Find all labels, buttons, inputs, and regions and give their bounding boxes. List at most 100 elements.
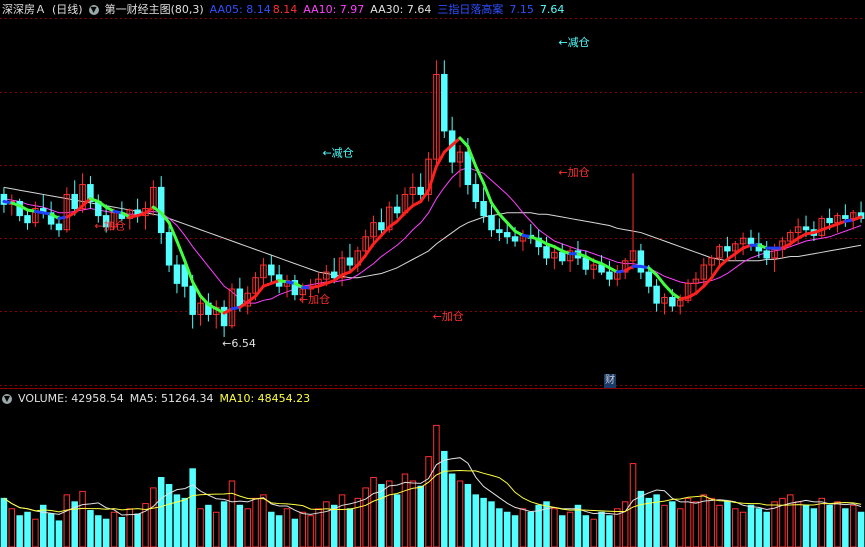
volume-bar bbox=[181, 497, 189, 547]
volume-bar bbox=[401, 473, 409, 547]
volume-bar bbox=[456, 480, 464, 547]
aa30-line bbox=[3, 186, 862, 279]
volume-bar bbox=[472, 494, 480, 547]
aa10-polyline bbox=[3, 167, 862, 304]
aa30-polyline bbox=[3, 186, 862, 279]
finance-marker[interactable]: 财 bbox=[604, 374, 616, 388]
volume-bar bbox=[708, 497, 715, 547]
volume-bar bbox=[566, 511, 574, 547]
volume-bar bbox=[385, 480, 393, 547]
candle-body bbox=[173, 264, 181, 284]
buy-annotation: ←加仓 bbox=[433, 309, 464, 323]
candle-body bbox=[558, 251, 566, 262]
candle-body bbox=[802, 226, 810, 231]
candle-body bbox=[503, 232, 511, 238]
aa05-segment bbox=[175, 239, 187, 263]
volume-bar bbox=[157, 477, 165, 547]
volume-bar bbox=[260, 494, 267, 547]
sell-annotation: ←减仓 bbox=[558, 35, 589, 49]
candle-body bbox=[165, 232, 173, 266]
volume-bar bbox=[354, 497, 362, 547]
candle-body bbox=[480, 201, 487, 217]
volume-bar bbox=[150, 487, 157, 547]
volume-bar bbox=[849, 504, 857, 547]
candle-body bbox=[346, 257, 354, 266]
volume-bar bbox=[669, 501, 676, 547]
volume-bar bbox=[134, 513, 141, 547]
volume-bar bbox=[535, 504, 542, 547]
candle-body bbox=[268, 264, 275, 276]
aa05-segment bbox=[482, 181, 493, 205]
candle-body bbox=[464, 151, 472, 186]
volume-bar bbox=[700, 494, 708, 547]
volume-bar bbox=[275, 515, 283, 547]
volume-bar bbox=[95, 515, 102, 547]
volume-bar bbox=[794, 501, 802, 547]
aa05-segment bbox=[254, 284, 265, 298]
volume-bar bbox=[692, 501, 700, 547]
volume-bar bbox=[857, 511, 865, 547]
volume-bar bbox=[338, 494, 346, 547]
chart-canvas[interactable]: ←加仓←减仓←加仓←加仓←减仓←加仓←加仓←减仓←减仓←加仓←6.54 bbox=[0, 0, 865, 547]
candle-body bbox=[645, 271, 653, 287]
candle-body bbox=[189, 285, 196, 315]
candle-body bbox=[496, 229, 503, 234]
volume-bar bbox=[417, 485, 424, 547]
volume-bar bbox=[189, 468, 196, 547]
volume-bar bbox=[32, 518, 39, 547]
candle-body bbox=[637, 250, 645, 273]
volume-bar bbox=[716, 504, 723, 547]
volume-bar bbox=[834, 501, 841, 547]
volume-bar bbox=[598, 511, 605, 547]
aa05-segment bbox=[348, 263, 360, 274]
aa05-segment bbox=[851, 215, 863, 222]
candle-body bbox=[55, 223, 63, 231]
aa05-segment bbox=[655, 273, 666, 287]
volume-ma10-line bbox=[3, 470, 862, 513]
candle-body bbox=[543, 246, 550, 259]
candle-body bbox=[220, 306, 228, 327]
aa05-segment bbox=[489, 201, 501, 216]
candle-body bbox=[724, 246, 731, 252]
volume-bar bbox=[291, 518, 299, 547]
volume-bar bbox=[425, 456, 432, 547]
candle-body bbox=[606, 271, 613, 280]
volume-bar bbox=[283, 508, 291, 547]
volume-bar bbox=[842, 508, 849, 547]
aa10-line bbox=[3, 167, 862, 304]
volume-bar bbox=[629, 463, 637, 547]
volume-bar bbox=[519, 508, 527, 547]
volume-bar bbox=[110, 511, 118, 547]
aa05-segment bbox=[710, 264, 722, 280]
volume-bar bbox=[684, 497, 692, 547]
volume-bar bbox=[378, 483, 385, 547]
volume-bar bbox=[527, 511, 535, 547]
volume-bar bbox=[558, 515, 566, 547]
candle-body bbox=[24, 215, 31, 224]
volume-bar bbox=[724, 501, 731, 547]
candle-body bbox=[472, 184, 480, 202]
volume-bar bbox=[268, 511, 275, 547]
candle-body bbox=[378, 222, 385, 231]
candle-body bbox=[71, 193, 78, 210]
volume-bar bbox=[299, 511, 307, 547]
aa05-line bbox=[2, 136, 863, 315]
buy-annotation: ←加仓 bbox=[94, 219, 125, 233]
aa05-segment bbox=[364, 242, 376, 257]
volume-bar bbox=[606, 515, 613, 547]
candle-body bbox=[393, 206, 401, 214]
buy-annotation: ←加仓 bbox=[558, 165, 589, 179]
volume-bar bbox=[118, 516, 126, 547]
grid-lines bbox=[0, 18, 865, 389]
volume-bar bbox=[480, 497, 487, 547]
volume-bar bbox=[409, 480, 417, 547]
aa05-segment bbox=[403, 204, 415, 215]
volume-bar bbox=[810, 508, 818, 547]
volume-bar bbox=[24, 511, 31, 547]
candle-body bbox=[236, 288, 244, 307]
volume-bar bbox=[503, 511, 511, 547]
candle-body bbox=[582, 257, 590, 270]
aa05-segment bbox=[395, 211, 407, 223]
volume-bar bbox=[346, 508, 354, 547]
volume-ma5-line bbox=[3, 457, 862, 516]
